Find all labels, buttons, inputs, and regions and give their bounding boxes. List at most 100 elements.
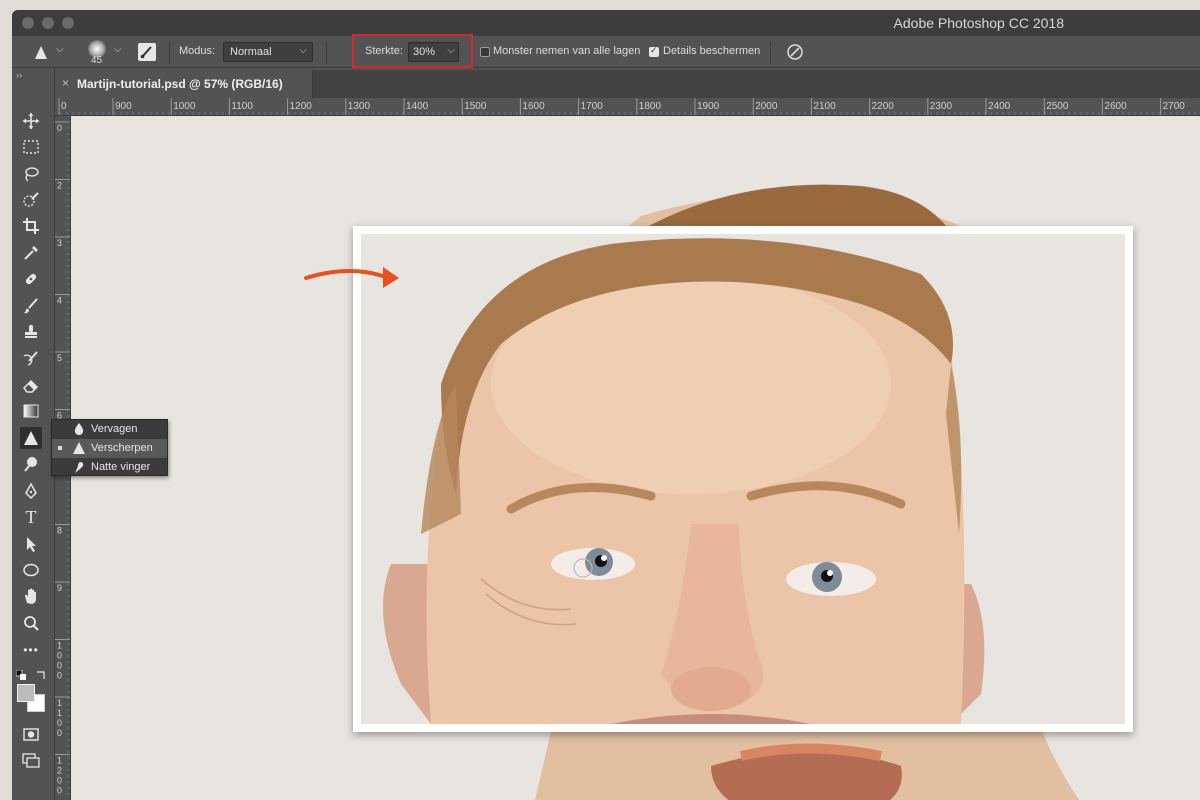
ruler-label: 0 <box>57 671 62 681</box>
stamp-icon <box>25 325 37 338</box>
eyedropper-icon <box>24 246 38 260</box>
ruler-label: 1 <box>57 756 62 766</box>
ruler-label: 0 <box>57 776 62 786</box>
ruler-label: 0 <box>61 101 67 112</box>
horizontal-ruler-ticks: 0 900 1000 1100 1200 1300 1400 1500 1600 1700 1800… <box>55 98 1196 115</box>
ruler-label: 900 <box>115 101 132 112</box>
ruler-label: 1300 <box>348 101 371 112</box>
path-selection-tool[interactable] <box>20 533 42 555</box>
lasso-tool[interactable] <box>20 163 42 185</box>
chevron-down-icon: ⌵ <box>299 45 307 56</box>
clone-stamp-tool[interactable] <box>20 321 42 343</box>
magnifier-icon <box>24 616 39 631</box>
close-window-button[interactable] <box>22 17 34 29</box>
flyout-item-sharpen[interactable]: Verscherpen <box>52 439 167 458</box>
gradient-tool[interactable] <box>20 400 42 422</box>
type-tool[interactable]: T <box>20 506 42 528</box>
mode-select[interactable]: Normaal ⌵ <box>223 42 313 62</box>
dodge-icon <box>24 457 37 472</box>
selected-marker <box>58 446 62 450</box>
chevron-down-icon[interactable]: ⌵ <box>114 44 122 55</box>
app-title: Adobe Photoshop CC 2018 <box>893 15 1064 31</box>
zoomed-face-photo <box>361 234 1125 724</box>
more-tools-button[interactable]: ••• <box>20 639 42 661</box>
marquee-tool[interactable] <box>20 136 42 158</box>
gradient-icon <box>23 404 39 418</box>
ruler-label: 1 <box>57 698 62 708</box>
history-brush-icon <box>23 351 38 366</box>
history-brush-tool[interactable] <box>20 348 42 370</box>
protect-detail-label: Details beschermen <box>663 45 761 57</box>
pressure-button[interactable] <box>786 43 804 61</box>
ruler-label: 1 <box>57 641 62 651</box>
hand-icon <box>25 588 36 604</box>
ruler-label: 2600 <box>1104 101 1127 112</box>
ruler-label: 4 <box>57 296 62 306</box>
sharpen-tool[interactable] <box>20 427 42 449</box>
ruler-label: 1500 <box>464 101 487 112</box>
move-tool[interactable] <box>20 110 42 132</box>
sharpen-triangle-icon <box>35 46 47 59</box>
bandage-icon <box>25 273 37 285</box>
arrow-annotation <box>304 267 399 288</box>
document-canvas[interactable] <box>71 116 1200 800</box>
title-bar: Adobe Photoshop CC 2018 <box>12 10 1200 36</box>
quick-mask-button[interactable] <box>20 723 42 745</box>
divider <box>169 42 170 64</box>
ruler-label: 0 <box>57 123 62 133</box>
eyedropper-tool[interactable] <box>20 242 42 264</box>
photoshop-window: Adobe Photoshop CC 2018 ⌵ 45 ⌵ Modus: No… <box>12 10 1200 800</box>
collapse-toolbox-icon[interactable]: ›› <box>16 70 22 80</box>
ruler-label: 2 <box>57 181 62 191</box>
eraser-tool[interactable] <box>20 374 42 396</box>
arrow-cursor-icon <box>27 537 36 552</box>
options-bar: ⌵ 45 ⌵ Modus: Normaal ⌵ Sterkte: 30% ⌵ M… <box>12 36 1200 68</box>
pen-pressure-icon <box>787 44 803 60</box>
close-icon[interactable]: × <box>62 76 69 90</box>
pen-tool[interactable] <box>20 480 42 502</box>
ruler-label: 2400 <box>988 101 1011 112</box>
default-colors-icon[interactable] <box>15 669 30 681</box>
quick-selection-tool[interactable] <box>20 189 42 211</box>
hand-tool[interactable] <box>20 585 42 607</box>
swap-colors-icon[interactable] <box>34 668 48 680</box>
brush-icon <box>24 298 38 314</box>
foreground-color-swatch[interactable] <box>17 684 35 702</box>
flyout-item-smudge[interactable]: Natte vinger <box>52 458 167 477</box>
ruler-label: 2700 <box>1163 101 1186 112</box>
dodge-tool[interactable] <box>20 453 42 475</box>
zoom-tool[interactable] <box>20 612 42 634</box>
flyout-item-blur[interactable]: Vervagen <box>52 420 167 439</box>
sharpen-triangle-icon <box>24 431 38 445</box>
ruler-label: 1400 <box>406 101 429 112</box>
zoom-window-button[interactable] <box>62 17 74 29</box>
mode-select-value: Normaal <box>230 46 272 58</box>
sample-all-layers-checkbox[interactable] <box>480 47 490 57</box>
chevron-down-icon[interactable]: ⌵ <box>56 44 64 55</box>
screen-mode-button[interactable] <box>20 749 42 771</box>
screen-mode-icon <box>22 753 40 768</box>
flyout-item-label: Vervagen <box>91 423 138 435</box>
ruler-label: 1700 <box>581 101 604 112</box>
brush-settings-button[interactable] <box>138 43 156 61</box>
face-closeup <box>361 234 1125 724</box>
document-tab[interactable]: × Martijn-tutorial.psd @ 57% (RGB/16) <box>55 70 313 98</box>
shape-tool[interactable] <box>20 559 42 581</box>
healing-brush-tool[interactable] <box>20 268 42 290</box>
minimize-window-button[interactable] <box>42 17 54 29</box>
ruler-label: 1600 <box>522 101 545 112</box>
sharpen-triangle-icon <box>73 442 85 454</box>
smudge-finger-icon <box>75 462 84 473</box>
ellipsis-icon: ••• <box>23 643 39 657</box>
ruler-label: 0 <box>57 786 62 796</box>
ruler-label: 5 <box>57 353 62 363</box>
ruler-label: 2100 <box>813 101 836 112</box>
tool-preset-picker[interactable] <box>34 43 48 61</box>
ruler-label: 0 <box>57 651 62 661</box>
divider <box>770 42 771 64</box>
ruler-label: 3 <box>57 238 62 248</box>
crop-tool[interactable] <box>20 215 42 237</box>
ruler-label: 1800 <box>639 101 662 112</box>
protect-detail-checkbox[interactable] <box>649 45 659 57</box>
brush-tool[interactable] <box>20 295 42 317</box>
